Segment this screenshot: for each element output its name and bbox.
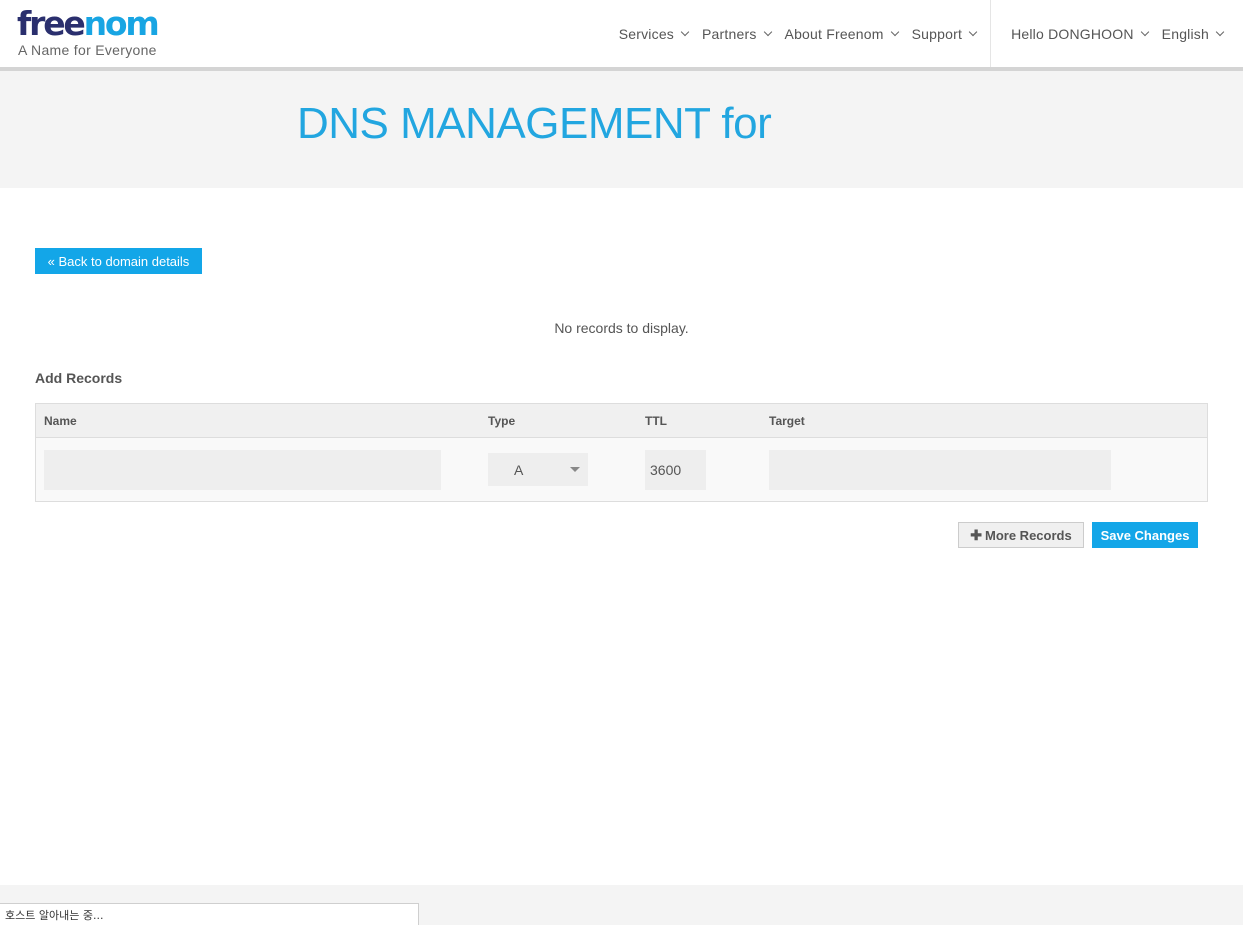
chevron-down-icon xyxy=(763,27,772,37)
nav-divider xyxy=(990,0,992,67)
language-menu-label: English xyxy=(1161,26,1209,42)
main-nav: Services Partners About Freenom Support … xyxy=(605,0,1225,67)
nav-services-label: Services xyxy=(618,26,675,42)
header-ttl: TTL xyxy=(645,414,667,428)
page-title: DNS MANAGEMENT for xyxy=(297,99,772,148)
title-band: DNS MANAGEMENT for xyxy=(0,71,1243,188)
chevron-down-icon xyxy=(890,27,899,37)
table-header: Name Type TTL Target xyxy=(36,404,1207,438)
name-input[interactable] xyxy=(44,450,441,490)
logo-tagline: A Name for Everyone xyxy=(18,42,157,58)
add-records-heading: Add Records xyxy=(35,370,123,386)
nav-support-label: Support xyxy=(911,26,963,42)
chevron-down-icon xyxy=(1140,27,1149,37)
plus-icon: ✚ xyxy=(970,526,983,543)
add-records-table: Name Type TTL Target A 3600 xyxy=(35,403,1208,502)
more-records-label: More Records xyxy=(985,527,1072,543)
user-menu[interactable]: Hello DONGHOON xyxy=(1011,26,1149,42)
ttl-input[interactable]: 3600 xyxy=(645,450,706,490)
save-changes-button[interactable]: Save Changes xyxy=(1092,522,1198,548)
header-name: Name xyxy=(44,414,77,428)
target-input[interactable] xyxy=(769,450,1111,490)
no-records-message: No records to display. xyxy=(554,320,689,336)
chevron-down-icon xyxy=(968,27,978,37)
nav-partners[interactable]: Partners xyxy=(702,26,772,42)
header-target: Target xyxy=(769,414,805,428)
site-header: freenom A Name for Everyone Services Par… xyxy=(0,0,1243,68)
language-menu[interactable]: English xyxy=(1161,26,1225,42)
browser-status-bar: 호스트 알아내는 중... xyxy=(0,903,419,925)
chevron-down-icon xyxy=(680,27,690,37)
user-menu-label: Hello DONGHOON xyxy=(1011,26,1134,42)
type-select[interactable]: A xyxy=(488,453,588,486)
nav-partners-label: Partners xyxy=(702,26,757,42)
header-type: Type xyxy=(488,414,516,428)
logo-nom-text: nom xyxy=(83,4,160,43)
caret-down-icon xyxy=(570,467,580,472)
logo-free-text: free xyxy=(17,4,86,43)
nav-about[interactable]: About Freenom xyxy=(784,26,899,42)
chevron-down-icon xyxy=(1215,27,1225,37)
more-records-button[interactable]: ✚ More Records xyxy=(958,522,1084,548)
freenom-logo[interactable]: freenom xyxy=(17,4,160,43)
nav-about-label: About Freenom xyxy=(784,26,884,42)
back-to-domain-details-button[interactable]: « Back to domain details xyxy=(35,248,202,274)
nav-services[interactable]: Services xyxy=(618,26,690,42)
nav-support[interactable]: Support xyxy=(911,26,978,42)
type-select-value: A xyxy=(514,461,524,478)
